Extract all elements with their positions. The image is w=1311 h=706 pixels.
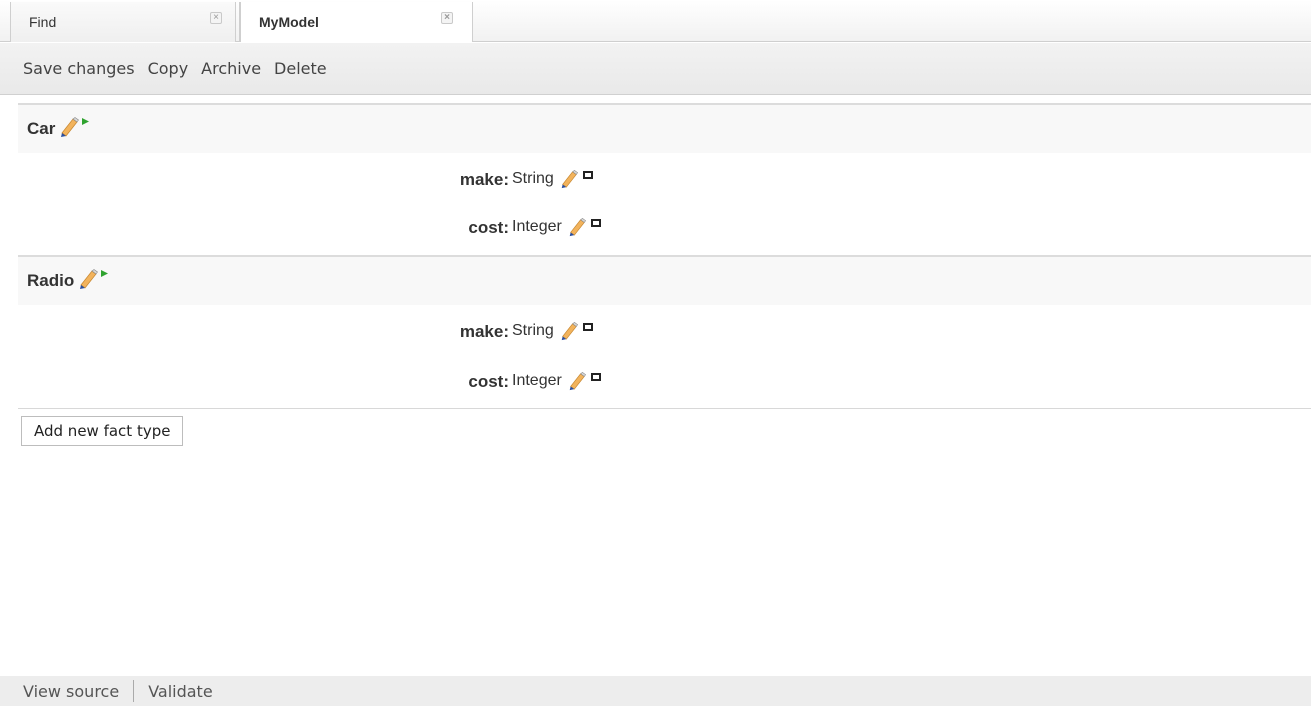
field-row: make: String <box>0 316 1311 346</box>
field-type: Integer <box>512 217 601 237</box>
tab-find[interactable]: Find × <box>10 2 236 42</box>
pencil-icon[interactable] <box>558 169 580 189</box>
tab-label: Find <box>29 14 57 30</box>
pencil-icon[interactable] <box>58 116 92 143</box>
view-source-button[interactable]: View source <box>23 682 119 701</box>
field-type-label: Integer <box>512 218 562 235</box>
close-icon[interactable]: × <box>210 12 222 24</box>
remove-field-icon[interactable] <box>590 373 601 381</box>
delete-button[interactable]: Delete <box>274 59 327 78</box>
close-icon[interactable]: × <box>441 12 453 24</box>
field-row: make: String <box>0 164 1311 194</box>
fact-type-header: Radio <box>18 257 1311 305</box>
pencil-icon[interactable] <box>566 371 588 391</box>
fact-type-header: Car <box>18 105 1311 153</box>
save-changes-button[interactable]: Save changes <box>23 59 135 78</box>
field-name: cost: <box>468 218 509 237</box>
field-row: cost: Integer <box>0 366 1311 396</box>
footer-bar: View source Validate <box>0 676 1311 706</box>
field-name: cost: <box>468 372 509 391</box>
remove-field-icon[interactable] <box>582 171 593 179</box>
field-type-label: String <box>512 170 554 187</box>
tab-label: MyModel <box>259 14 319 30</box>
tab-mymodel[interactable]: MyModel × <box>240 2 473 42</box>
pencil-icon[interactable] <box>566 217 588 237</box>
field-name: make: <box>459 170 509 189</box>
field-type: String <box>512 321 593 341</box>
add-fact-type-button[interactable]: Add new fact type <box>21 416 184 446</box>
field-type: Integer <box>512 371 601 391</box>
field-type-label: Integer <box>512 372 562 389</box>
remove-field-icon[interactable] <box>582 323 593 331</box>
archive-button[interactable]: Archive <box>201 59 261 78</box>
fact-type-name: Radio <box>27 271 75 290</box>
field-name: make: <box>459 322 509 341</box>
section-divider <box>18 408 1311 409</box>
field-type: String <box>512 169 593 189</box>
footer-divider <box>133 680 135 702</box>
validate-button[interactable]: Validate <box>148 682 212 701</box>
toolbar: Save changes Copy Archive Delete <box>0 43 1311 95</box>
pencil-icon[interactable] <box>77 268 111 295</box>
pencil-icon[interactable] <box>558 321 580 341</box>
copy-button[interactable]: Copy <box>148 59 189 78</box>
tab-bar: Find × MyModel × <box>0 0 1311 42</box>
field-row: cost: Integer <box>0 212 1311 242</box>
fact-type-name: Car <box>27 119 56 138</box>
remove-field-icon[interactable] <box>590 219 601 227</box>
field-type-label: String <box>512 322 554 339</box>
